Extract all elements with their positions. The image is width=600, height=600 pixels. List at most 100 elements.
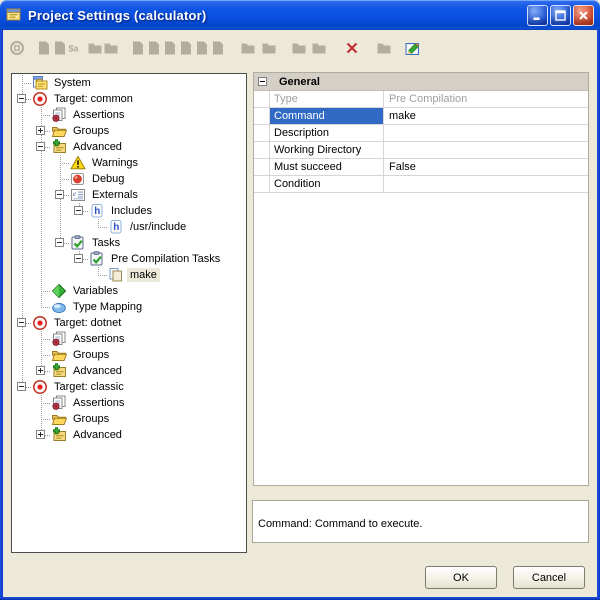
property-label[interactable]: Command bbox=[270, 108, 384, 124]
tree-guide bbox=[13, 139, 32, 155]
collapse-toggle[interactable] bbox=[36, 142, 45, 151]
tree-guide bbox=[32, 123, 51, 139]
tree-item-assertions[interactable]: Assertions bbox=[13, 107, 127, 123]
tree-item-target-classic[interactable]: Target: classic bbox=[13, 379, 127, 395]
warnings-icon bbox=[70, 155, 86, 171]
property-help-panel: Command: Command to execute. bbox=[252, 500, 589, 543]
row-indent bbox=[254, 108, 270, 124]
tree-item-advanced[interactable]: Advanced bbox=[13, 363, 125, 379]
collapse-toggle[interactable] bbox=[17, 382, 26, 391]
tree-guide bbox=[13, 219, 32, 235]
tree-item-warnings[interactable]: Warnings bbox=[13, 155, 141, 171]
category-header[interactable]: General bbox=[254, 73, 588, 91]
document-tool-icon bbox=[162, 40, 178, 56]
tree-item-label: Groups bbox=[70, 412, 112, 426]
collapse-toggle[interactable] bbox=[74, 254, 83, 263]
tree-guide bbox=[51, 155, 70, 171]
assertions-icon bbox=[51, 107, 67, 123]
assertions-icon bbox=[51, 395, 67, 411]
expand-toggle[interactable] bbox=[36, 126, 45, 135]
target-icon bbox=[32, 315, 48, 331]
tree-item-label: Debug bbox=[89, 172, 127, 186]
window-title: Project Settings (calculator) bbox=[28, 8, 206, 23]
collapse-toggle[interactable] bbox=[17, 318, 26, 327]
collapse-toggle[interactable] bbox=[55, 238, 64, 247]
tree-item-label: Target: dotnet bbox=[51, 316, 124, 330]
tree-item-label: Target: common bbox=[51, 92, 136, 106]
titlebar[interactable]: Project Settings (calculator) bbox=[0, 0, 600, 30]
property-label[interactable]: Condition bbox=[270, 176, 384, 192]
tree-guide bbox=[13, 235, 32, 251]
tree-item-advanced[interactable]: Advanced bbox=[13, 427, 125, 443]
tree-item-label: Type Mapping bbox=[70, 300, 145, 314]
tree-guide bbox=[70, 251, 89, 267]
tree-guide bbox=[13, 155, 32, 171]
tree-guide bbox=[51, 267, 70, 283]
document-tool-icon bbox=[194, 40, 210, 56]
expand-toggle[interactable] bbox=[36, 430, 45, 439]
target-icon bbox=[32, 379, 48, 395]
tree-item-usr-include[interactable]: /usr/include bbox=[13, 219, 189, 235]
property-row-must-succeed: Must succeedFalse bbox=[254, 159, 588, 176]
tree-item-tasks[interactable]: Tasks bbox=[13, 235, 123, 251]
tree-item-target-common[interactable]: Target: common bbox=[13, 91, 136, 107]
property-value[interactable] bbox=[384, 125, 588, 141]
tree-item-groups[interactable]: Groups bbox=[13, 347, 112, 363]
tree-item-type-mapping[interactable]: Type Mapping bbox=[13, 299, 145, 315]
row-indent bbox=[254, 91, 270, 107]
tree-item-make[interactable]: make bbox=[13, 267, 160, 283]
tree-item-variables[interactable]: Variables bbox=[13, 283, 121, 299]
ring-tool-icon bbox=[9, 40, 25, 56]
maximize-button[interactable] bbox=[550, 5, 571, 26]
property-value[interactable]: Pre Compilation bbox=[384, 91, 588, 107]
tasks-icon bbox=[89, 251, 105, 267]
cancel-button[interactable]: Cancel bbox=[513, 566, 585, 589]
property-value[interactable]: False bbox=[384, 159, 588, 175]
advanced-icon bbox=[51, 139, 67, 155]
collapse-toggle[interactable] bbox=[74, 206, 83, 215]
tree-guide bbox=[32, 155, 51, 171]
tree-guide bbox=[51, 187, 70, 203]
property-label[interactable]: Type bbox=[270, 91, 384, 107]
tree-item-groups[interactable]: Groups bbox=[13, 123, 112, 139]
variables-icon bbox=[51, 283, 67, 299]
property-row-type: TypePre Compilation bbox=[254, 91, 588, 108]
collapse-toggle[interactable] bbox=[55, 190, 64, 199]
property-help-text: Command: Command to execute. bbox=[258, 518, 422, 530]
tree-item-advanced[interactable]: Advanced bbox=[13, 139, 125, 155]
folder-tool-icon bbox=[87, 40, 103, 56]
collapse-category-button[interactable] bbox=[258, 77, 267, 86]
property-label[interactable]: Description bbox=[270, 125, 384, 141]
edit-icon[interactable] bbox=[405, 40, 421, 56]
debug-icon bbox=[70, 171, 86, 187]
minimize-button[interactable] bbox=[527, 5, 548, 26]
tree-item-externals[interactable]: Externals bbox=[13, 187, 141, 203]
tree-item-debug[interactable]: Debug bbox=[13, 171, 127, 187]
tree-item-groups[interactable]: Groups bbox=[13, 411, 112, 427]
property-label[interactable]: Working Directory bbox=[270, 142, 384, 158]
groups-icon bbox=[51, 347, 67, 363]
delete-icon[interactable] bbox=[344, 40, 360, 56]
tree-guide bbox=[13, 363, 32, 379]
project-tree[interactable]: SystemTarget: commonAssertionsGroupsAdva… bbox=[11, 73, 247, 553]
tree-guide bbox=[13, 123, 32, 139]
property-value[interactable]: make bbox=[384, 108, 588, 124]
tree-guide bbox=[32, 139, 51, 155]
close-button[interactable] bbox=[573, 5, 594, 26]
property-value[interactable] bbox=[384, 176, 588, 192]
tree-item-system[interactable]: System bbox=[13, 75, 94, 91]
ok-button[interactable]: OK bbox=[425, 566, 497, 589]
folder-tool-icon bbox=[311, 40, 327, 56]
tree-guide bbox=[13, 75, 32, 91]
property-label[interactable]: Must succeed bbox=[270, 159, 384, 175]
tree-item-includes[interactable]: Includes bbox=[13, 203, 155, 219]
advanced-icon bbox=[51, 363, 67, 379]
tree-item-pre-compilation-tasks[interactable]: Pre Compilation Tasks bbox=[13, 251, 223, 267]
tree-item-target-dotnet[interactable]: Target: dotnet bbox=[13, 315, 124, 331]
expand-toggle[interactable] bbox=[36, 366, 45, 375]
tree-item-assertions[interactable]: Assertions bbox=[13, 395, 127, 411]
folder-tool-icon bbox=[261, 40, 277, 56]
property-value[interactable] bbox=[384, 142, 588, 158]
collapse-toggle[interactable] bbox=[17, 94, 26, 103]
tree-item-assertions[interactable]: Assertions bbox=[13, 331, 127, 347]
